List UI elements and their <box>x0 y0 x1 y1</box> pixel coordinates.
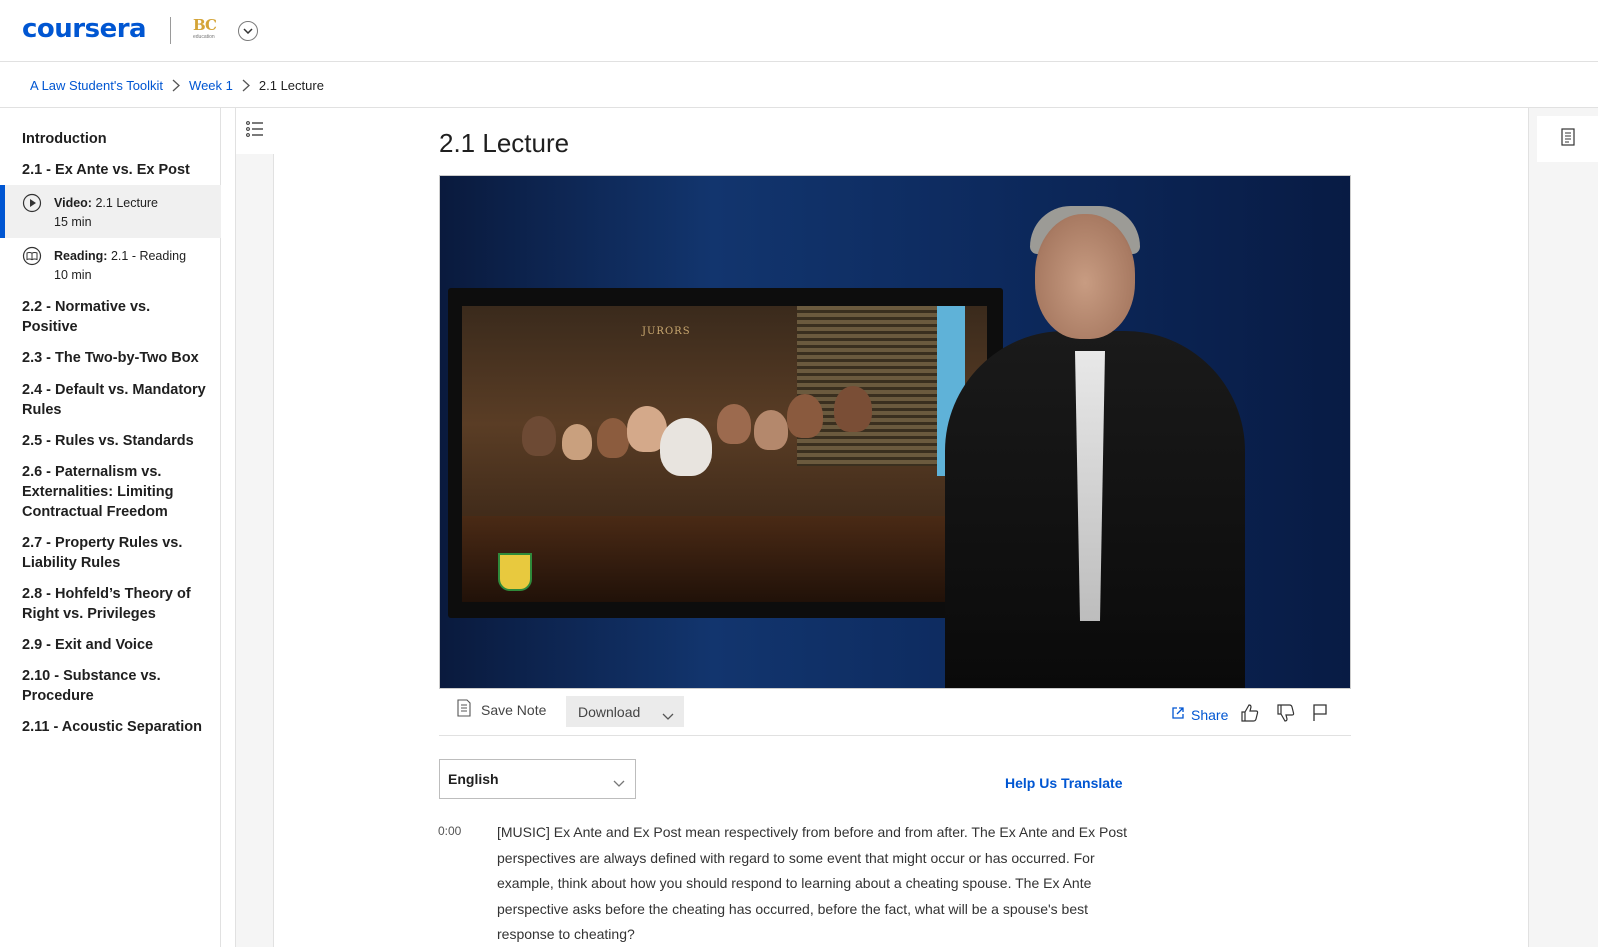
sidebar-section-2-11[interactable]: 2.11 - Acoustic Separation <box>22 717 207 737</box>
item-duration: 10 min <box>54 268 92 282</box>
like-button[interactable] <box>1239 703 1261 728</box>
sidebar-section-2-9[interactable]: 2.9 - Exit and Voice <box>22 635 207 655</box>
download-dropdown[interactable]: Download <box>566 696 684 727</box>
breadcrumb-current: 2.1 Lecture <box>258 77 324 93</box>
save-note-button[interactable]: Save Note <box>457 699 546 720</box>
share-button[interactable]: Share <box>1171 706 1228 723</box>
sidebar-item-text: Reading: 2.1 - Reading 10 min <box>54 247 186 285</box>
sidebar-section-2-5[interactable]: 2.5 - Rules vs. Standards <box>22 431 207 451</box>
item-title: 2.1 Lecture <box>95 196 159 210</box>
book-icon <box>22 246 42 266</box>
chevron-right-icon <box>172 79 181 92</box>
thumbs-up-icon <box>1240 703 1260 728</box>
item-duration: 15 min <box>54 215 92 229</box>
language-value: English <box>448 771 499 787</box>
org-switcher-chevron-down-icon[interactable] <box>238 21 258 41</box>
dislike-button[interactable] <box>1275 703 1297 728</box>
share-label: Share <box>1191 706 1229 723</box>
video-player[interactable]: JURORS <box>439 175 1351 689</box>
transcript-timestamp[interactable]: 0:00 <box>438 824 461 838</box>
sidebar-section-2-8[interactable]: 2.8 - Hohfeld’s Theory of Right vs. Priv… <box>22 584 207 624</box>
top-navigation-bar: coursera BC education <box>0 0 1598 62</box>
breadcrumb-week-link[interactable]: Week 1 <box>189 78 233 93</box>
chevron-down-icon <box>613 774 625 790</box>
logo-divider <box>170 17 171 44</box>
item-type-label: Reading: <box>54 249 108 263</box>
sidebar-section-2-10[interactable]: 2.10 - Substance vs. Procedure <box>22 666 207 706</box>
play-circle-icon <box>22 193 42 213</box>
chevron-down-icon <box>662 707 674 723</box>
sidebar-item-video-lecture[interactable]: Video: 2.1 Lecture 15 min <box>0 185 221 238</box>
item-title: 2.1 - Reading <box>110 249 187 263</box>
thumbs-down-icon <box>1276 703 1296 728</box>
sidebar-item-reading[interactable]: Reading: 2.1 - Reading 10 min <box>0 238 221 291</box>
list-icon <box>246 120 264 142</box>
sidebar-section-2-1[interactable]: 2.1 - Ex Ante vs. Ex Post <box>22 160 207 180</box>
breadcrumb: A Law Student's Toolkit Week 1 2.1 Lectu… <box>0 63 1598 108</box>
outline-toggle-button[interactable] <box>236 108 274 154</box>
transcript-text[interactable]: [MUSIC] Ex Ante and Ex Post mean respect… <box>497 820 1137 947</box>
video-actions-bar: Save Note Download Share <box>439 694 1351 736</box>
video-scene-courtroom: JURORS <box>462 306 987 602</box>
university-seal-icon <box>498 553 532 591</box>
sidebar-section-introduction[interactable]: Introduction <box>22 129 207 149</box>
item-type-label: Video: <box>54 196 92 210</box>
sidebar-section-2-6[interactable]: 2.6 - Paternalism vs. Externalities: Lim… <box>22 462 207 522</box>
sidebar-section-2-2[interactable]: 2.2 - Normative vs. Positive <box>22 297 207 337</box>
partner-logo-mark: BC <box>193 16 217 34</box>
notes-panel-button[interactable] <box>1537 116 1598 162</box>
breadcrumb-course-link[interactable]: A Law Student's Toolkit <box>30 78 163 93</box>
sidebar-section-2-7[interactable]: 2.7 - Property Rules vs. Liability Rules <box>22 533 207 573</box>
video-scene-sign: JURORS <box>642 326 691 337</box>
partner-logo[interactable]: BC education <box>193 16 219 44</box>
sidebar-item-text: Video: 2.1 Lecture 15 min <box>54 194 158 232</box>
notes-rail <box>1528 108 1598 947</box>
partner-logo-subtext: education <box>193 34 215 40</box>
report-button[interactable] <box>1309 703 1331 727</box>
coursera-logo[interactable]: coursera <box>22 14 147 44</box>
sidebar-section-2-4[interactable]: 2.4 - Default vs. Mandatory Rules <box>22 380 207 420</box>
save-note-label: Save Note <box>481 701 547 718</box>
outline-toggle-rail <box>235 108 274 947</box>
course-outline-sidebar: Introduction 2.1 - Ex Ante vs. Ex Post V… <box>0 108 221 947</box>
page-title: 2.1 Lecture <box>439 128 570 158</box>
transcript-language-select[interactable]: English <box>439 759 636 799</box>
document-icon <box>1561 127 1575 151</box>
download-label: Download <box>578 703 641 720</box>
note-icon <box>457 699 471 720</box>
sidebar-section-2-3[interactable]: 2.3 - The Two-by-Two Box <box>22 348 207 368</box>
help-us-translate-link[interactable]: Help Us Translate <box>1005 775 1123 791</box>
chevron-right-icon <box>242 79 250 92</box>
share-icon <box>1171 706 1185 723</box>
flag-icon <box>1312 703 1328 727</box>
